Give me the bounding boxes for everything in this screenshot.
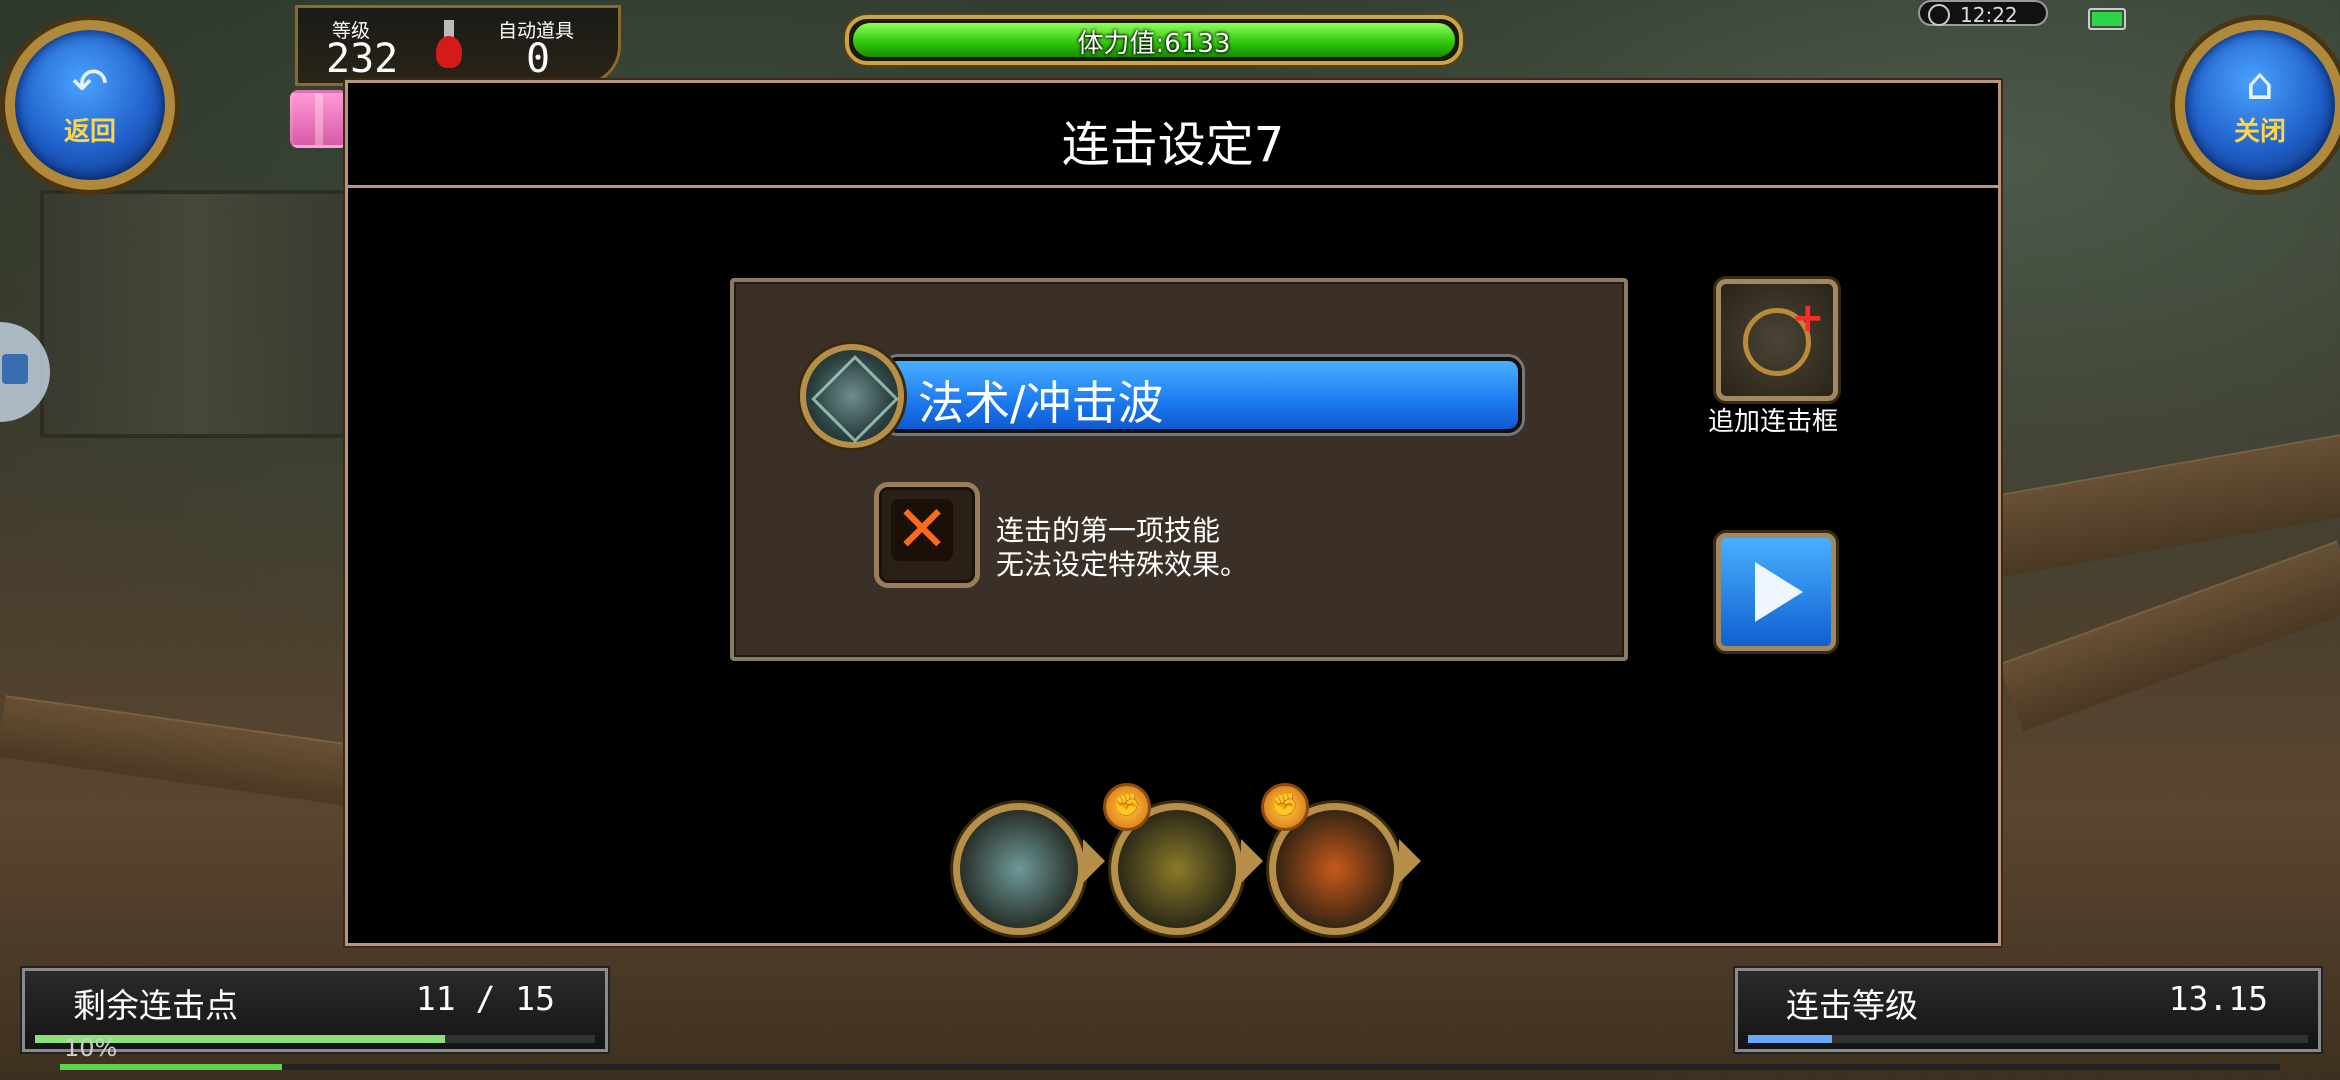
background-door [40, 190, 348, 438]
clock-text: 12:22 [1960, 3, 2018, 27]
shockwave-skill-icon[interactable] [800, 344, 904, 448]
xp-percent: 10% [64, 1034, 118, 1062]
note-line-1: 连击的第一项技能 [996, 514, 1221, 547]
dialog-title-bar: 连击设定7 [348, 83, 1998, 188]
chain-arrow-icon [1083, 839, 1105, 883]
note-line-2: 无法设定特殊效果。 [996, 548, 1249, 581]
next-button[interactable] [1716, 533, 1836, 651]
stamina-text: 体力值:6133 [1077, 29, 1231, 59]
home-icon: ⌂ [2246, 58, 2274, 110]
close-icon: ✕ [891, 498, 953, 562]
stamina-bar: 体力值:6133 [845, 15, 1463, 65]
auto-item-value: 0 [526, 36, 551, 82]
dialog-title: 连击设定7 [1061, 117, 1285, 173]
remaining-combo-points-value: 11 / 15 [415, 979, 555, 1018]
combo-level-track [1748, 1035, 2308, 1043]
clock-icon [1928, 4, 1950, 26]
chain-arrow-icon [1399, 839, 1421, 883]
background-plank [0, 695, 363, 807]
back-button[interactable]: ↶ 返回 [5, 20, 175, 190]
fist-badge-icon: ✊ [1261, 783, 1309, 831]
potion-icon [436, 20, 462, 70]
chain-arrow-icon [1241, 839, 1263, 883]
return-arrow-icon: ↶ [71, 58, 109, 110]
clock: 12:22 [1918, 0, 2048, 27]
selected-skill-name: 法术/冲击波 [918, 376, 1164, 430]
remaining-combo-points-track [35, 1035, 595, 1043]
combo-level-label: 连击等级 [1786, 986, 1918, 1025]
plus-icon: + [1791, 295, 1825, 341]
add-combo-frame-label: 追加连击框 [1707, 407, 1838, 437]
first-skill-note: 连击的第一项技能 无法设定特殊效果。 [996, 514, 1248, 582]
add-combo-frame-button[interactable]: + [1716, 279, 1838, 401]
back-label: 返回 [63, 116, 116, 147]
combo-slot-panel: 法术/冲击波 ✕ 连击的第一项技能 无法设定特殊效果。 [730, 278, 1628, 661]
combo-level-fill [1748, 1035, 1832, 1043]
close-label: 关闭 [2233, 116, 2286, 147]
remove-effect-button[interactable]: ✕ [874, 482, 980, 588]
xp-bar [60, 1064, 2280, 1070]
remaining-combo-points-label: 剩余连击点 [73, 986, 238, 1025]
play-icon [1755, 562, 1803, 622]
battery-icon [2088, 8, 2126, 30]
combo-level-value: 13.15 [2168, 979, 2268, 1018]
gift-icon[interactable] [290, 90, 348, 148]
selected-skill-bar[interactable]: 法术/冲击波 [884, 357, 1522, 433]
close-button[interactable]: ⌂ 关闭 [2175, 20, 2340, 190]
combo-chain: ✊ ✊ [953, 783, 1421, 935]
combo-settings-dialog: 连击设定7 法术/冲击波 ✕ 连击的第一项技能 无法设定特殊效果。 + 追加连击… [345, 80, 2001, 946]
fist-badge-icon: ✊ [1103, 783, 1151, 831]
combo-level-panel: 连击等级 13.15 [1735, 968, 2321, 1052]
shockwave-skill-icon[interactable] [953, 803, 1085, 935]
xp-fill [60, 1064, 282, 1070]
player-stats-box: 等级 232 自动道具 0 [295, 5, 621, 86]
background-plank [1998, 540, 2340, 732]
level-value: 232 [326, 36, 399, 82]
